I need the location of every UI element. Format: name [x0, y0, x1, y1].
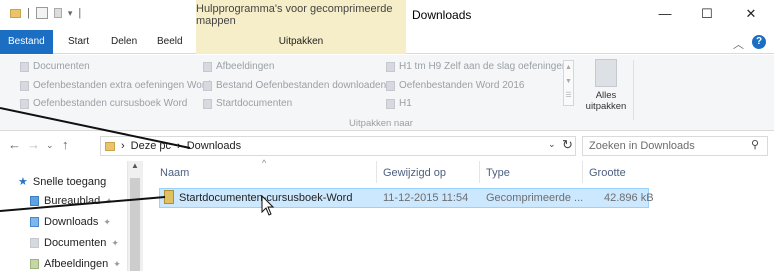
annotation-line	[0, 107, 191, 149]
mouse-cursor-icon	[261, 194, 275, 216]
annotation-line	[0, 196, 166, 212]
annotation-overlay	[0, 107, 275, 216]
